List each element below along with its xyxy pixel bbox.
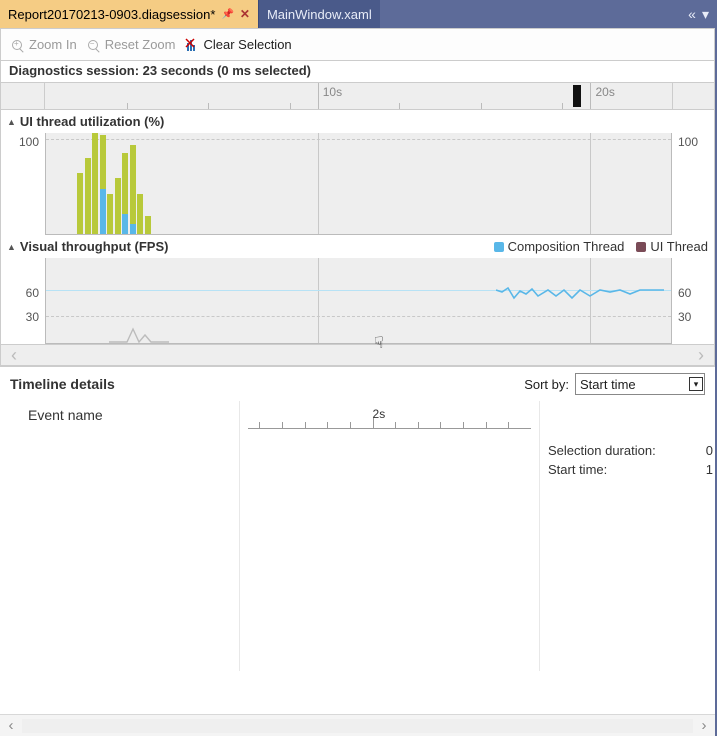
- start-time-label: Start time:: [548, 462, 607, 477]
- legend-comp-swatch: [494, 242, 504, 252]
- timeline-marker[interactable]: [573, 85, 581, 107]
- event-name-column: Event name: [0, 401, 240, 671]
- timeline-details-header: Timeline details Sort by: Start time ▾: [0, 367, 715, 401]
- event-name-header: Event name: [28, 407, 239, 423]
- sort-by-label: Sort by:: [524, 377, 569, 392]
- clear-selection-label: Clear Selection: [204, 37, 292, 52]
- chevron-down-icon: ▾: [689, 377, 703, 391]
- session-summary: Diagnostics session: 23 seconds (0 ms se…: [1, 61, 714, 83]
- detail-ruler-2s: 2s: [373, 407, 386, 421]
- start-time-value: 1: [706, 462, 713, 477]
- clear-selection-icon: [184, 37, 200, 53]
- ui-thread-spike: [109, 325, 169, 343]
- collapse-icon: ▲: [7, 117, 16, 127]
- visual-throughput-title: Visual throughput (FPS): [20, 239, 169, 254]
- scroll-tabs-icon[interactable]: «: [688, 6, 696, 22]
- collapse-icon: ▲: [7, 242, 16, 252]
- tab-label: Report20170213-0903.diagsession*: [8, 7, 215, 22]
- scroll-right-icon[interactable]: ›: [693, 717, 715, 734]
- timeline-details-title: Timeline details: [10, 376, 115, 392]
- ui-thread-section-header[interactable]: ▲ UI thread utilization (%): [1, 110, 714, 133]
- legend-comp: Composition Thread: [508, 239, 625, 254]
- close-icon[interactable]: ✕: [240, 7, 250, 21]
- timeline-details-body: Event name 2s Selection duration: 0 Star…: [0, 401, 715, 671]
- reset-zoom-label: Reset Zoom: [105, 37, 176, 52]
- properties-panel: Selection duration: 0 Start time: 1: [540, 401, 715, 671]
- ui-thread-chart: 100 100: [1, 133, 714, 235]
- tab-label: MainWindow.xaml: [267, 7, 372, 22]
- chart-nav-left-icon[interactable]: ‹: [11, 345, 17, 366]
- legend-ui-swatch: [636, 242, 646, 252]
- tab-mainwindow[interactable]: MainWindow.xaml: [258, 0, 380, 28]
- y-axis-60: 60: [26, 286, 39, 300]
- reset-zoom-button: Reset Zoom: [85, 37, 176, 53]
- legend-ui: UI Thread: [650, 239, 708, 254]
- ui-thread-title: UI thread utilization (%): [20, 114, 164, 129]
- y-axis-100: 100: [19, 135, 39, 149]
- chart-nav: ‹ ›: [1, 344, 714, 366]
- event-timeline-column: 2s: [240, 401, 540, 671]
- pin-icon[interactable]: 📌: [221, 9, 233, 20]
- zoom-in-button: Zoom In: [9, 37, 77, 53]
- selection-duration-label: Selection duration:: [548, 443, 656, 458]
- detail-ruler[interactable]: 2s: [248, 407, 531, 429]
- ruler-tick-20s: 20s: [590, 83, 614, 109]
- ruler-tick-10s: 10s: [318, 83, 342, 109]
- chart-nav-right-icon[interactable]: ›: [698, 345, 704, 366]
- visual-throughput-chart: 60 30 60 30: [1, 258, 714, 344]
- clear-selection-button[interactable]: Clear Selection: [184, 37, 292, 53]
- scroll-left-icon[interactable]: ‹: [0, 717, 22, 734]
- y-axis-100-r: 100: [678, 135, 698, 149]
- fps-wiggle: [496, 282, 666, 306]
- sort-by-value: Start time: [580, 377, 636, 392]
- zoom-in-label: Zoom In: [29, 37, 77, 52]
- selection-duration-value: 0: [706, 443, 713, 458]
- toolbar: Zoom In Reset Zoom Clear Selection: [1, 29, 714, 61]
- y-axis-30: 30: [26, 310, 39, 324]
- visual-throughput-header[interactable]: ▲ Visual throughput (FPS) Composition Th…: [1, 235, 714, 258]
- tab-strip: Report20170213-0903.diagsession* 📌 ✕ Mai…: [0, 0, 715, 28]
- y-axis-30-r: 30: [678, 310, 691, 324]
- y-axis-60-r: 60: [678, 286, 691, 300]
- tab-diagsession[interactable]: Report20170213-0903.diagsession* 📌 ✕: [0, 0, 258, 28]
- tab-dropdown-icon[interactable]: ▾: [702, 6, 709, 23]
- sort-by-combo[interactable]: Start time ▾: [575, 373, 705, 395]
- timeline-ruler[interactable]: 10s 20s: [1, 83, 714, 110]
- horizontal-scrollbar[interactable]: ‹ ›: [0, 714, 715, 736]
